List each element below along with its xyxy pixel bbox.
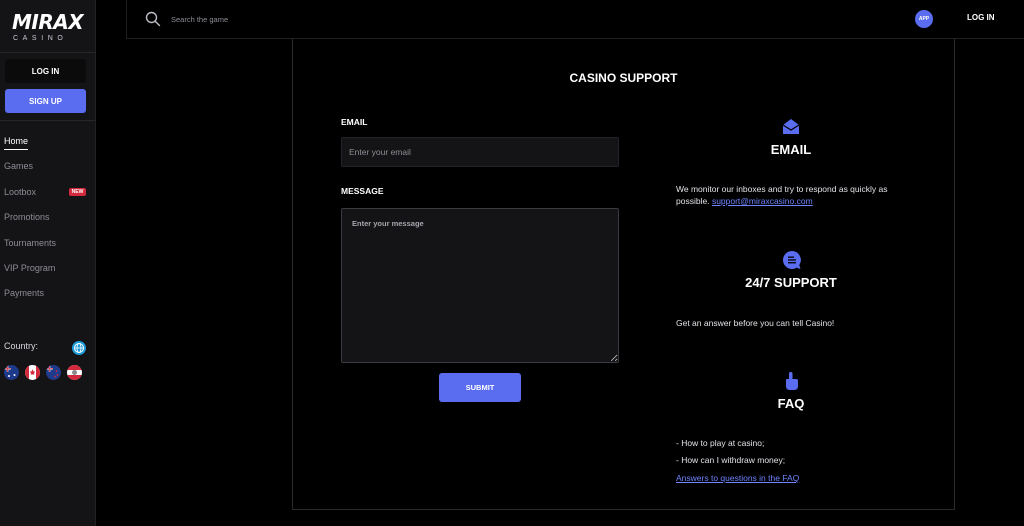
faq-link-wrap: Answers to questions in the FAQ: [676, 472, 921, 484]
envelope-open-icon: [782, 119, 800, 134]
logo-subtitle: CASINO: [13, 35, 68, 42]
search-icon[interactable]: [145, 11, 161, 27]
sidebar-item-lootbox[interactable]: Lootbox NEW: [4, 181, 92, 206]
email-field[interactable]: [341, 137, 619, 167]
sidebar-item-label: Games: [4, 161, 34, 172]
message-field[interactable]: [341, 208, 619, 363]
message-field-label: MESSAGE: [341, 186, 384, 196]
sidebar-item-promotions[interactable]: Promotions: [4, 206, 92, 231]
email-description: We monitor our inboxes and try to respon…: [676, 183, 921, 207]
pointing-hand-icon: [786, 372, 798, 390]
sidebar: MIRAX CASINO LOG IN SIGN UP Home Games L…: [0, 0, 96, 526]
email-heading: EMAIL: [770, 142, 812, 157]
sidebar-divider: [0, 120, 96, 121]
sidebar-item-label: Lootbox: [4, 186, 37, 197]
australia-flag-icon[interactable]: [4, 365, 19, 380]
search-input[interactable]: [171, 12, 471, 26]
app-download-button[interactable]: APP: [915, 10, 933, 28]
logo-wordmark: MIRAX: [12, 10, 84, 34]
support-heading: 24/7 SUPPORT: [745, 275, 837, 290]
support-description: Get an answer before you can tell Casino…: [676, 318, 835, 328]
support-email-link[interactable]: support@miraxcasino.com: [712, 196, 813, 206]
top-bar: APP LOG IN: [126, 0, 1024, 39]
country-flags: [4, 365, 82, 380]
faq-heading: FAQ: [777, 396, 805, 411]
new-badge: NEW: [69, 187, 86, 196]
sidebar-item-label: Tournaments: [4, 237, 57, 248]
submit-button[interactable]: SUBMIT: [439, 373, 521, 402]
sidebar-signup-button[interactable]: SIGN UP: [5, 89, 86, 113]
faq-line-1: - How to play at casino;: [676, 438, 765, 448]
sidebar-item-label: VIP Program: [4, 262, 56, 273]
sidebar-item-label: Promotions: [4, 212, 50, 223]
canada-flag-icon[interactable]: [25, 365, 40, 380]
sidebar-item-games[interactable]: Games: [4, 155, 92, 180]
email-field-label: EMAIL: [341, 117, 368, 127]
faq-link[interactable]: Answers to questions in the FAQ: [676, 473, 799, 483]
globe-icon[interactable]: [72, 341, 86, 355]
sidebar-item-vip-program[interactable]: VIP Program: [4, 257, 92, 282]
sidebar-divider: [0, 52, 96, 53]
austria-flag-icon[interactable]: [67, 365, 82, 380]
faq-line-2: - How can I withdraw money;: [676, 455, 786, 465]
chat-bubble-icon: [783, 251, 801, 269]
mirax-casino-logo[interactable]: MIRAX CASINO: [12, 10, 84, 46]
new-zealand-flag-icon[interactable]: [46, 365, 61, 380]
sidebar-item-label: Home: [4, 136, 29, 150]
top-login-button[interactable]: LOG IN: [967, 13, 995, 22]
sidebar-item-label: Payments: [4, 288, 45, 299]
sidebar-nav: Home Games Lootbox NEW Promotions Tournam…: [4, 130, 92, 308]
sidebar-login-button[interactable]: LOG IN: [5, 59, 86, 83]
sidebar-item-home[interactable]: Home: [4, 130, 92, 155]
support-panel: CASINO SUPPORT EMAIL MESSAGE SUBMIT EMAI…: [292, 39, 955, 510]
sidebar-item-tournaments[interactable]: Tournaments: [4, 232, 92, 257]
country-label: Country:: [4, 341, 39, 351]
sidebar-item-payments[interactable]: Payments: [4, 282, 92, 307]
page-title: CASINO SUPPORT: [569, 71, 678, 85]
